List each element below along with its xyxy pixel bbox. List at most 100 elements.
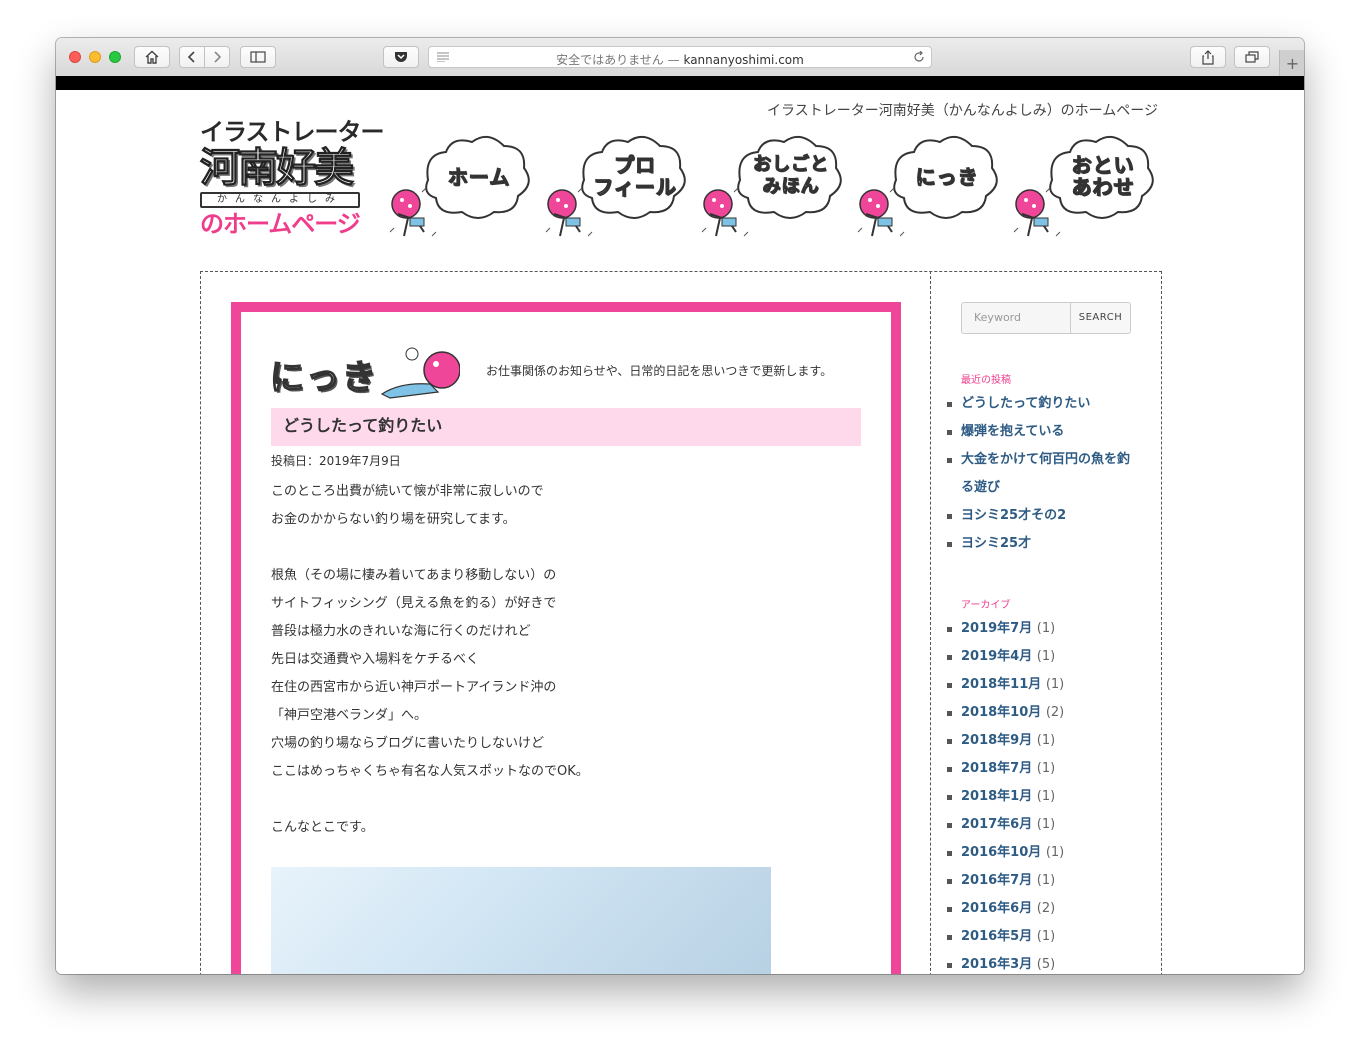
nav-works[interactable]: おしごと みほん (698, 132, 844, 244)
archive-link[interactable]: 2018年11月 (961, 677, 1041, 692)
sidebar-icon (250, 51, 266, 63)
back-button[interactable] (179, 46, 205, 68)
list-bullet (947, 458, 952, 463)
archive-item[interactable]: 2016年7月 (1) (947, 867, 1151, 895)
archive-count: (1) (1036, 761, 1056, 776)
nav-profile[interactable]: プロ フィール (542, 132, 688, 244)
archive-list: 2019年7月 (1) 2019年4月 (1) 2018年11月 (1) 201… (947, 615, 1151, 974)
new-tab-button[interactable]: + (1279, 50, 1304, 76)
list-bullet (947, 542, 952, 547)
archive-count: (1) (1036, 649, 1056, 664)
list-bullet (947, 767, 952, 772)
archive-link[interactable]: 2018年10月 (961, 705, 1041, 720)
archive-link[interactable]: 2016年6月 (961, 901, 1032, 916)
list-bullet (947, 963, 952, 968)
reload-icon[interactable] (913, 51, 925, 63)
nav-contact-label: おとい あわせ (1071, 153, 1135, 199)
archive-item[interactable]: 2018年10月 (2) (947, 699, 1151, 727)
nav-home[interactable]: ホーム (386, 132, 532, 244)
sidebar-divider (930, 271, 931, 974)
archive-count: (2) (1045, 705, 1065, 720)
post-title[interactable]: どうしたって釣りたい (271, 408, 861, 446)
close-window-button[interactable] (69, 51, 81, 63)
recent-post-link[interactable]: ヨシミ25才 (947, 530, 1151, 558)
list-bullet (947, 514, 952, 519)
top-black-bar (56, 76, 1304, 90)
archive-count: (1) (1045, 677, 1065, 692)
post-paragraph: 在住の西宮市から近い神戸ポートアイランド沖の (271, 680, 557, 695)
archive-count: (1) (1036, 873, 1056, 888)
archive-link[interactable]: 2018年1月 (961, 789, 1032, 804)
share-icon (1202, 49, 1214, 65)
share-button[interactable] (1190, 46, 1226, 68)
list-bullet (947, 823, 952, 828)
section-heading: にっき (269, 342, 461, 404)
post-paragraph: サイトフィッシング（見える魚を釣る）が好きで (271, 596, 557, 611)
archive-item[interactable]: 2018年1月 (1) (947, 783, 1151, 811)
tabs-overview-button[interactable] (1234, 46, 1270, 68)
archive-link[interactable]: 2016年7月 (961, 873, 1032, 888)
sidebar-toggle-button[interactable] (240, 46, 276, 68)
search-button[interactable]: SEARCH (1070, 302, 1131, 334)
recent-post-link[interactable]: 爆弾を抱えている (947, 418, 1151, 446)
list-bullet (947, 879, 952, 884)
archive-link[interactable]: 2019年4月 (961, 649, 1032, 664)
section-title: にっき (269, 357, 378, 399)
archive-link[interactable]: 2018年9月 (961, 733, 1032, 748)
archive-item[interactable]: 2019年7月 (1) (947, 615, 1151, 643)
recent-post-title[interactable]: ヨシミ25才 (961, 536, 1031, 551)
archive-item[interactable]: 2016年3月 (5) (947, 951, 1151, 974)
post-paragraph: 先日は交通費や入場料をケチるべく (271, 652, 480, 667)
archive-count: (1) (1036, 817, 1056, 832)
archive-item[interactable]: 2017年6月 (1) (947, 811, 1151, 839)
nav-contact[interactable]: おとい あわせ (1010, 132, 1156, 244)
chevron-left-icon (187, 51, 195, 63)
post-paragraph: 普段は極力水のきれいな海に行くのだけれど (271, 624, 531, 639)
recent-post-link[interactable]: 大金をかけて何百円の魚を釣る遊び (947, 446, 1136, 502)
archive-count: (5) (1036, 957, 1056, 972)
archive-link[interactable]: 2016年5月 (961, 929, 1032, 944)
archive-item[interactable]: 2018年11月 (1) (947, 671, 1151, 699)
post-photo[interactable] (271, 867, 771, 974)
recent-post-link[interactable]: どうしたって釣りたい (947, 390, 1151, 418)
address-bar[interactable]: 安全ではありません — kannanyoshimi.com (428, 46, 932, 68)
post-date: 投稿日：2019年7月9日 (271, 454, 401, 468)
archive-item[interactable]: 2019年4月 (1) (947, 643, 1151, 671)
list-bullet (947, 655, 952, 660)
pocket-button[interactable] (383, 46, 419, 68)
archive-item[interactable]: 2018年7月 (1) (947, 755, 1151, 783)
recent-post-title[interactable]: ヨシミ25才その2 (961, 508, 1066, 523)
archive-item[interactable]: 2016年10月 (1) (947, 839, 1151, 867)
search-form: Keyword SEARCH (961, 302, 1131, 334)
minimize-window-button[interactable] (89, 51, 101, 63)
list-bullet (947, 683, 952, 688)
recent-post-title[interactable]: 大金をかけて何百円の魚を釣る遊び (961, 452, 1130, 495)
archive-link[interactable]: 2016年3月 (961, 957, 1032, 972)
archive-item[interactable]: 2016年6月 (2) (947, 895, 1151, 923)
section-description: お仕事関係のお知らせや、日常的日記を思いつきで更新します。 (486, 364, 833, 378)
list-bullet (947, 907, 952, 912)
archive-link[interactable]: 2018年7月 (961, 761, 1032, 776)
list-bullet (947, 935, 952, 940)
archive-link[interactable]: 2019年7月 (961, 621, 1032, 636)
list-bullet (947, 627, 952, 632)
search-input[interactable]: Keyword (961, 302, 1071, 334)
recent-post-link[interactable]: ヨシミ25才その2 (947, 502, 1151, 530)
site-logo[interactable]: イラストレーター 河南好美 かんなんよしみ のホームページ (200, 118, 385, 246)
archive-item[interactable]: 2016年5月 (1) (947, 923, 1151, 951)
archive-link[interactable]: 2017年6月 (961, 817, 1032, 832)
address-text: 安全ではありません — kannanyoshimi.com (429, 51, 931, 68)
nav-diary[interactable]: にっき (854, 132, 1000, 244)
list-bullet (947, 402, 952, 407)
list-bullet (947, 795, 952, 800)
archive-heading: アーカイブ (961, 600, 1011, 611)
home-button[interactable] (134, 46, 170, 68)
archive-item[interactable]: 2018年9月 (1) (947, 727, 1151, 755)
zoom-window-button[interactable] (109, 51, 121, 63)
archive-link[interactable]: 2016年10月 (961, 845, 1041, 860)
list-bullet (947, 711, 952, 716)
archive-count: (2) (1036, 901, 1056, 916)
recent-post-title[interactable]: 爆弾を抱えている (961, 424, 1064, 439)
forward-button[interactable] (204, 46, 230, 68)
recent-post-title[interactable]: どうしたって釣りたい (961, 396, 1090, 411)
